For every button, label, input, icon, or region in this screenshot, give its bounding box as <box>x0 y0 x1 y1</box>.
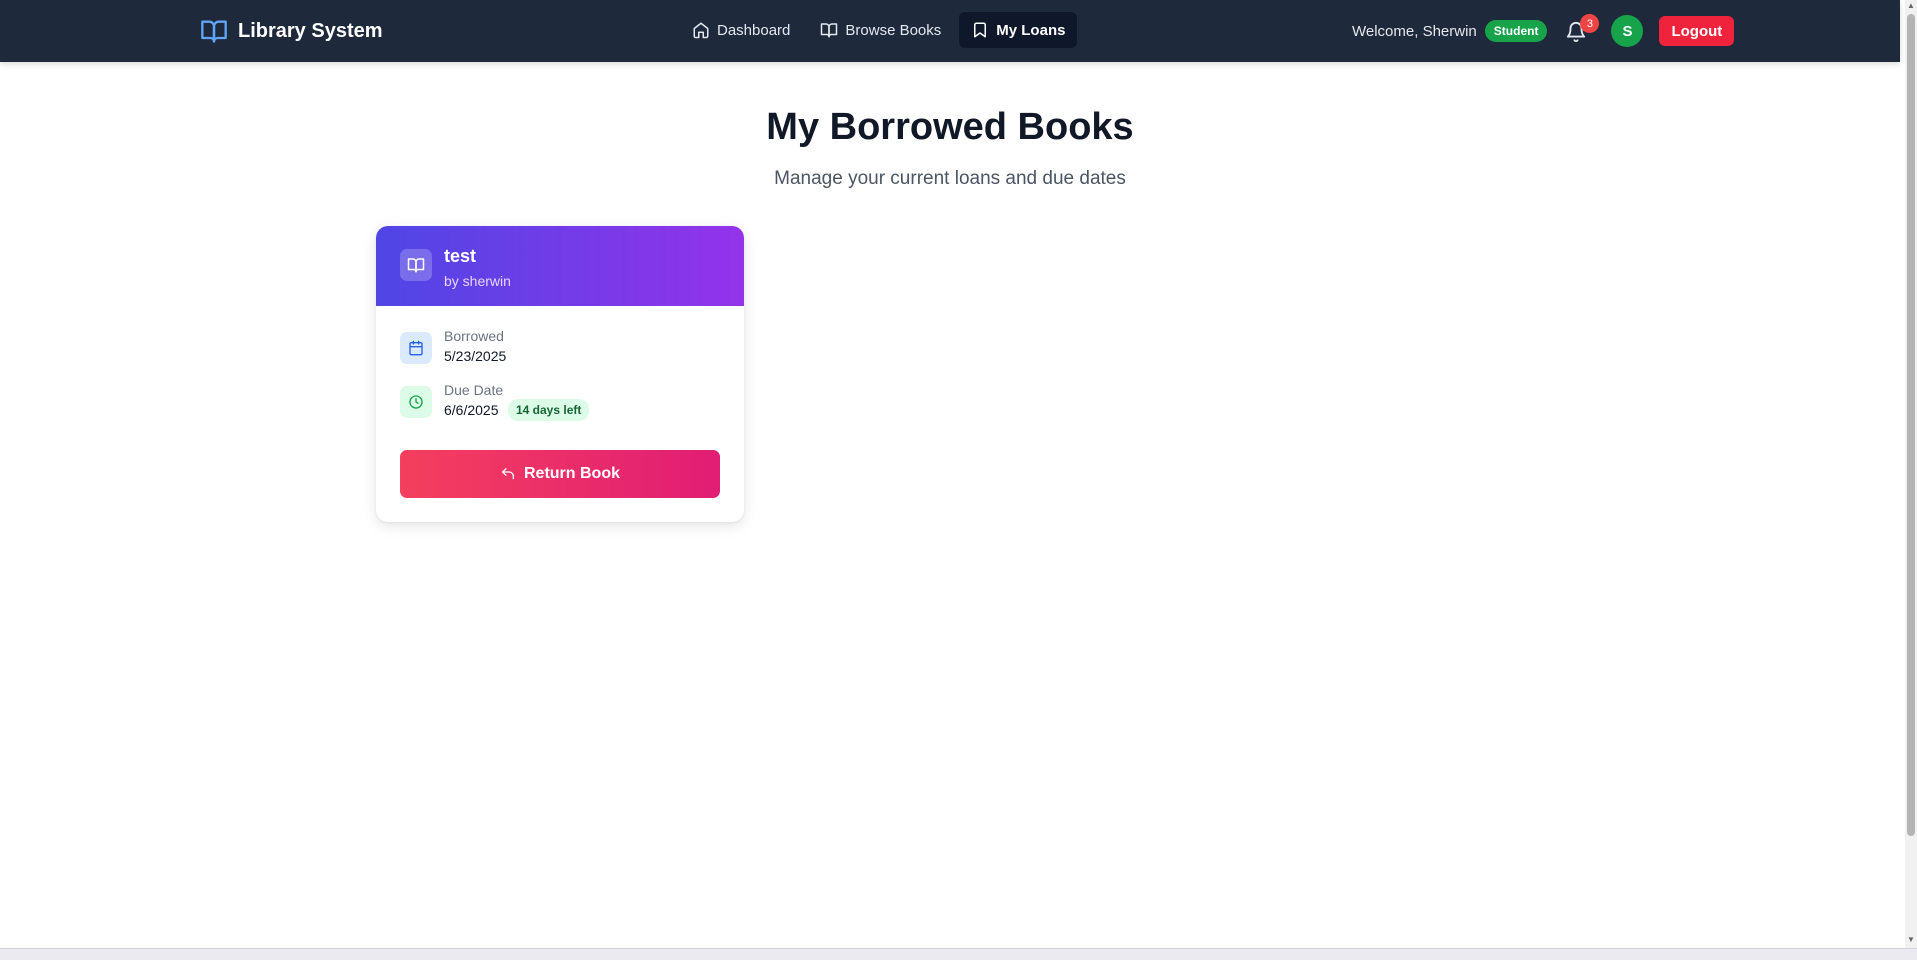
brand-logo-link[interactable]: Library System <box>200 0 383 62</box>
due-date-label: Due Date <box>444 382 504 398</box>
borrowed-date: 5/23/2025 <box>444 348 507 364</box>
scrollbar-thumb[interactable] <box>1907 14 1915 836</box>
user-area: Welcome, Sherwin Student 3 S Logout <box>1352 14 1735 48</box>
calendar-icon <box>409 340 423 356</box>
role-badge: Student <box>1484 20 1548 42</box>
brand-name: Library System <box>238 19 383 42</box>
bookmark-icon <box>974 22 987 38</box>
page-title: My Borrowed Books <box>766 106 1134 148</box>
loan-card: test by sherwin Borrowed 5/23/2025 Due D… <box>376 226 744 522</box>
welcome-text: Welcome, Sherwin <box>1352 22 1477 40</box>
return-book-button[interactable]: Return Book <box>400 450 720 498</box>
scroll-up-arrow-icon[interactable]: ▲ <box>1907 2 1915 10</box>
due-date-value: 6/6/2025 <box>444 402 499 418</box>
undo-arrow-icon <box>502 468 514 480</box>
book-open-icon <box>821 23 838 38</box>
home-icon <box>693 22 709 39</box>
book-author: by sherwin <box>444 273 511 289</box>
return-book-label: Return Book <box>524 465 620 482</box>
nav-browse-books-label: Browse Books <box>845 21 942 39</box>
notifications-button[interactable]: 3 <box>1565 14 1600 44</box>
clock-icon <box>409 395 423 409</box>
nav-browse-books-link[interactable]: Browse Books <box>808 12 953 48</box>
main-nav: Dashboard Browse Books My Loans <box>680 12 1078 48</box>
clock-icon-tile <box>400 386 432 418</box>
notification-count-badge: 3 <box>1580 14 1600 33</box>
book-open-icon <box>407 258 425 273</box>
borrowed-label: Borrowed <box>444 328 504 344</box>
nav-dashboard-link[interactable]: Dashboard <box>680 12 802 48</box>
days-left-badge: 14 days left <box>508 399 590 421</box>
bottom-window-strip <box>0 948 1917 960</box>
nav-my-loans-label: My Loans <box>996 21 1066 39</box>
logout-button[interactable]: Logout <box>1659 16 1735 46</box>
nav-my-loans-link[interactable]: My Loans <box>959 12 1078 48</box>
page-subtitle: Manage your current loans and due dates <box>774 168 1126 189</box>
book-icon-tile <box>400 249 432 281</box>
page-scrollbar[interactable]: ▲ ▼ <box>1905 0 1917 948</box>
calendar-icon-tile <box>400 332 432 364</box>
top-navbar: Library System Dashboard Browse Books My… <box>0 0 1900 62</box>
loan-card-header: test by sherwin <box>376 226 744 306</box>
book-title: test <box>444 246 477 266</box>
user-avatar[interactable]: S <box>1611 15 1644 47</box>
nav-dashboard-label: Dashboard <box>717 21 791 39</box>
book-open-icon <box>201 20 227 43</box>
scroll-down-arrow-icon[interactable]: ▼ <box>1907 936 1915 944</box>
